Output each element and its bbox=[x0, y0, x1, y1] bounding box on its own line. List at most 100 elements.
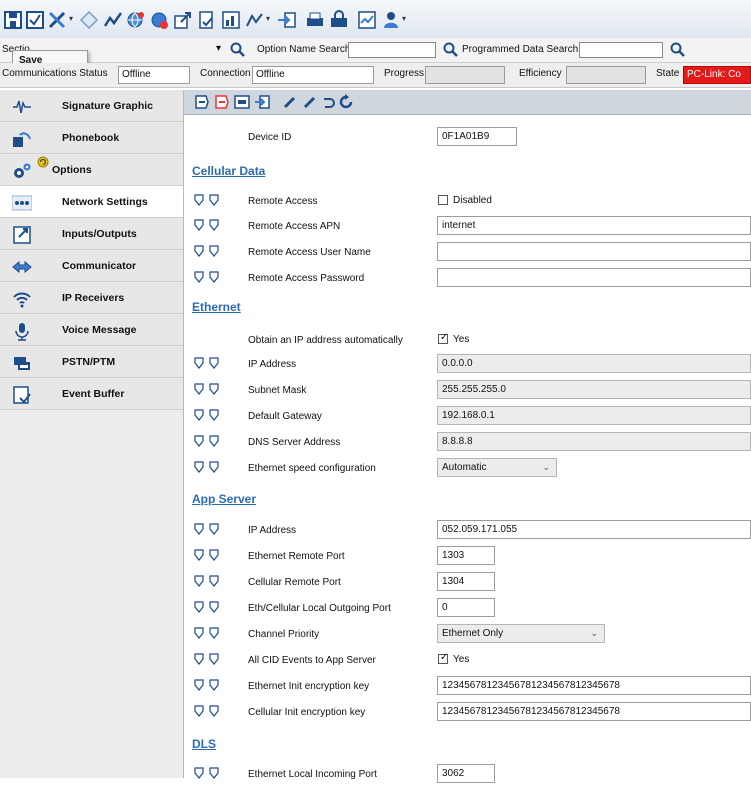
diamond-tool-icon[interactable] bbox=[78, 9, 100, 31]
gateway-label: Default Gateway bbox=[248, 411, 322, 422]
pencil-alt-icon[interactable] bbox=[302, 94, 318, 110]
app-ip-input[interactable]: 052.059.171.055 bbox=[437, 520, 751, 539]
tools-icon[interactable] bbox=[46, 9, 68, 31]
microphone-icon bbox=[15, 323, 29, 341]
speed-select[interactable]: Automatic ⌄ bbox=[437, 458, 557, 477]
search-icon[interactable] bbox=[670, 42, 686, 58]
shield-flags-icon[interactable] bbox=[194, 409, 222, 421]
programmed-data-search-input[interactable] bbox=[579, 42, 663, 58]
cid-events-checkbox[interactable]: ✓ bbox=[438, 652, 448, 664]
comm-status-label: Communications Status bbox=[2, 68, 108, 79]
efficiency-label: Efficiency bbox=[519, 68, 562, 79]
shield-flags-icon[interactable] bbox=[194, 653, 222, 665]
printer-icon[interactable] bbox=[304, 9, 326, 31]
eth-remote-port-input[interactable]: 1303 bbox=[437, 546, 495, 565]
dropdown-arrow-icon[interactable]: ▾ bbox=[216, 43, 221, 54]
shield-flags-icon[interactable] bbox=[194, 679, 222, 691]
sidebar-item-pstn-ptm[interactable]: PSTN/PTM bbox=[0, 346, 183, 378]
cell-remote-port-input[interactable]: 1304 bbox=[437, 572, 495, 591]
remote-access-apn-input[interactable]: internet bbox=[437, 216, 751, 235]
dns-field: 8.8.8.8 bbox=[437, 432, 751, 451]
dropdown-arrow-icon[interactable]: ▾ bbox=[266, 14, 272, 23]
section-app-server[interactable]: App Server bbox=[192, 492, 256, 506]
sidebar-item-voice-message[interactable]: Voice Message bbox=[0, 314, 183, 346]
option-name-search-input[interactable] bbox=[348, 42, 436, 58]
document-chart-icon[interactable] bbox=[220, 9, 242, 31]
connection-field: Offline bbox=[252, 66, 374, 84]
user-icon[interactable] bbox=[380, 9, 402, 31]
report-icon[interactable] bbox=[356, 9, 378, 31]
shield-flags-icon[interactable] bbox=[194, 435, 222, 447]
section-dls[interactable]: DLS bbox=[192, 737, 216, 751]
shield-flags-icon[interactable] bbox=[194, 575, 222, 587]
eth-remote-port-row: Ethernet Remote Port 1303 bbox=[184, 543, 751, 569]
sidebar-item-communicator[interactable]: Communicator bbox=[0, 250, 183, 282]
save-disk-icon[interactable] bbox=[2, 9, 24, 31]
dns-label: DNS Server Address bbox=[248, 437, 341, 448]
sidebar-item-event-buffer[interactable]: Event Buffer bbox=[0, 378, 183, 410]
dhcp-label: Obtain an IP address automatically bbox=[248, 335, 403, 346]
shield-flags-icon[interactable] bbox=[194, 601, 222, 613]
section-cellular-data[interactable]: Cellular Data bbox=[192, 164, 265, 178]
read-icon[interactable] bbox=[194, 94, 210, 110]
shield-flags-icon[interactable] bbox=[194, 219, 222, 231]
remote-access-password-input[interactable] bbox=[437, 268, 751, 287]
cid-events-label: All CID Events to App Server bbox=[248, 655, 376, 666]
shield-flags-icon[interactable] bbox=[194, 705, 222, 717]
lock-printer-icon[interactable] bbox=[328, 9, 350, 31]
shield-flags-icon[interactable] bbox=[194, 627, 222, 639]
sidebar-item-label: Signature Graphic bbox=[62, 100, 154, 112]
subnet-field: 255.255.255.0 bbox=[437, 380, 751, 399]
shield-flags-icon[interactable] bbox=[194, 383, 222, 395]
dhcp-checkbox[interactable]: ✓ bbox=[438, 332, 448, 344]
shield-flags-icon[interactable] bbox=[194, 523, 222, 535]
shield-flags-icon[interactable] bbox=[194, 245, 222, 257]
sidebar-item-inputs-outputs[interactable]: Inputs/Outputs bbox=[0, 218, 183, 250]
sidebar-item-ip-receivers[interactable]: IP Receivers bbox=[0, 282, 183, 314]
pencil-icon[interactable] bbox=[282, 94, 298, 110]
eth-key-input[interactable]: 12345678123456781234567812345678 bbox=[437, 676, 751, 695]
local-port-input[interactable]: 0 bbox=[437, 598, 495, 617]
shield-flags-icon[interactable] bbox=[194, 549, 222, 561]
signal-tool-icon[interactable] bbox=[244, 9, 266, 31]
refresh-icon[interactable] bbox=[338, 94, 354, 110]
search-icon[interactable] bbox=[443, 42, 459, 58]
sidebar-item-network-settings[interactable]: Network Settings bbox=[0, 186, 183, 218]
compare-icon[interactable] bbox=[234, 94, 250, 110]
globe-connect-icon[interactable] bbox=[124, 9, 146, 31]
sidebar-item-options[interactable]: Options bbox=[0, 154, 183, 186]
remote-access-checkbox[interactable] bbox=[438, 195, 448, 205]
import-arrow-icon[interactable] bbox=[276, 9, 298, 31]
shield-flags-icon[interactable] bbox=[194, 271, 222, 283]
section-ethernet[interactable]: Ethernet bbox=[192, 300, 241, 314]
import-icon[interactable] bbox=[254, 94, 270, 110]
dropdown-arrow-icon[interactable]: ▾ bbox=[402, 14, 408, 23]
write-icon[interactable] bbox=[214, 94, 230, 110]
shield-flags-icon[interactable] bbox=[194, 767, 222, 779]
undo-icon[interactable] bbox=[320, 94, 336, 110]
search-icon[interactable] bbox=[230, 42, 246, 58]
checkbox-tool-icon[interactable] bbox=[24, 9, 46, 31]
channel-priority-row: Channel Priority Ethernet Only ⌄ bbox=[184, 621, 751, 647]
communicator-icon bbox=[12, 260, 32, 274]
shield-flags-icon[interactable] bbox=[194, 461, 222, 473]
cell-key-input[interactable]: 12345678123456781234567812345678 bbox=[437, 702, 751, 721]
eth-local-port-input[interactable]: 3062 bbox=[437, 764, 495, 783]
globe-disconnect-icon[interactable] bbox=[148, 9, 170, 31]
speed-row: Ethernet speed configuration Automatic ⌄ bbox=[184, 455, 751, 481]
progress-label: Progress bbox=[384, 68, 425, 79]
upload-arrow-icon[interactable] bbox=[172, 9, 194, 31]
remote-access-apn-label: Remote Access APN bbox=[248, 221, 341, 232]
options-gears-icon bbox=[14, 163, 31, 178]
channel-priority-select[interactable]: Ethernet Only ⌄ bbox=[437, 624, 605, 643]
shield-flags-icon[interactable] bbox=[194, 357, 222, 369]
dns-row: DNS Server Address 8.8.8.8 bbox=[184, 429, 751, 455]
shield-flags-icon[interactable] bbox=[194, 194, 222, 206]
graph-line-icon[interactable] bbox=[102, 9, 124, 31]
remote-access-user-input[interactable] bbox=[437, 242, 751, 261]
sidebar-item-signature-graphic[interactable]: Signature Graphic bbox=[0, 90, 183, 122]
sidebar-item-phonebook[interactable]: Phonebook bbox=[0, 122, 183, 154]
document-check-icon[interactable] bbox=[196, 9, 218, 31]
refresh-badge-icon bbox=[37, 156, 49, 168]
dropdown-arrow-icon[interactable]: ▾ bbox=[69, 14, 75, 23]
